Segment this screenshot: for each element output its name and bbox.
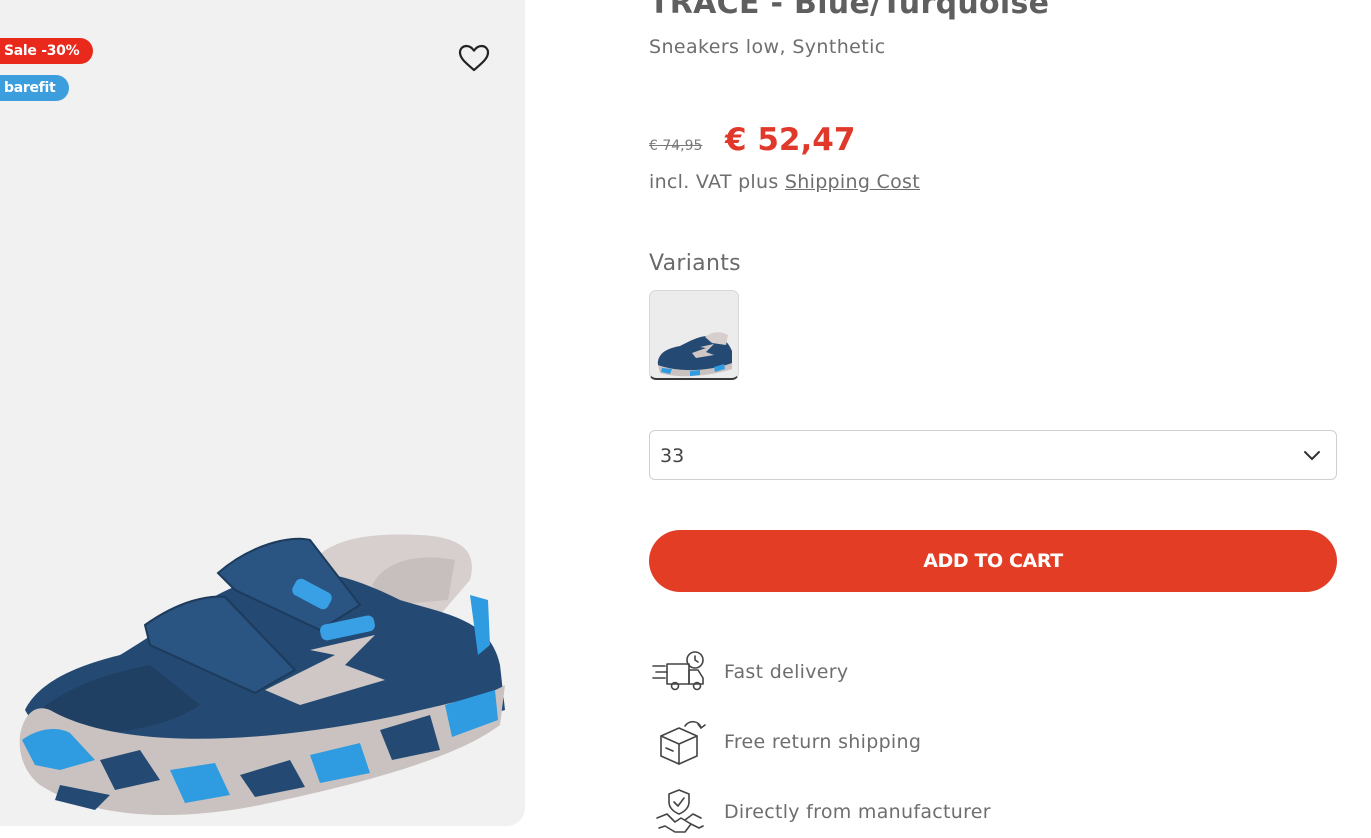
size-select[interactable]: 33 — [649, 430, 1337, 480]
feature-label: Fast delivery — [724, 661, 849, 683]
product-subtitle: Sneakers low, Synthetic — [649, 36, 886, 58]
variants-heading: Variants — [649, 251, 741, 276]
add-to-cart-button[interactable]: ADD TO CART — [649, 530, 1337, 592]
feature-free-return: Free return shipping — [649, 718, 1149, 768]
feature-manufacturer: Directly from manufacturer — [649, 788, 1149, 838]
shipping-cost-link[interactable]: Shipping Cost — [785, 171, 920, 193]
feature-label: Free return shipping — [724, 731, 922, 753]
feature-label: Directly from manufacturer — [724, 801, 991, 823]
feature-fast-delivery: Fast delivery — [649, 648, 1149, 698]
variant-thumbnail[interactable] — [649, 290, 739, 380]
barefit-badge: barefit — [0, 75, 70, 101]
vat-info: incl. VAT plus Shipping Cost — [649, 171, 920, 193]
delivery-truck-icon — [652, 651, 704, 691]
sale-price: € 52,47 — [725, 122, 856, 158]
product-image[interactable] — [0, 505, 525, 825]
sale-badge: Sale -30% — [0, 38, 94, 64]
vat-text: incl. VAT plus — [649, 171, 779, 193]
heart-icon[interactable] — [456, 42, 492, 74]
size-select-value: 33 — [660, 445, 685, 467]
handshake-shield-icon — [656, 789, 704, 833]
variant-shoe-image — [657, 332, 732, 377]
product-gallery: Sale -30% barefit — [0, 0, 525, 826]
original-price: € 74,95 — [649, 138, 703, 154]
chevron-down-icon — [1304, 451, 1320, 460]
product-title: TRACE - Blue/Turquoise — [649, 0, 1050, 21]
return-box-icon — [660, 720, 706, 765]
